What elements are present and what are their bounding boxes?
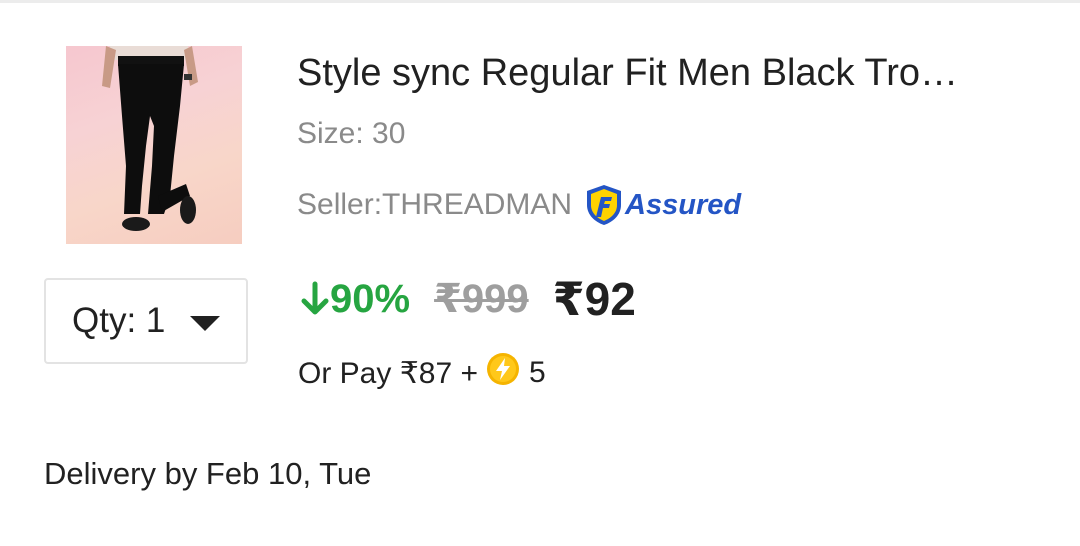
top-divider xyxy=(0,0,1080,3)
assured-shield-icon xyxy=(587,185,622,225)
product-title[interactable]: Style sync Regular Fit Men Black Tro… xyxy=(297,52,1037,95)
seller-name: Seller:THREADMAN xyxy=(297,188,573,221)
product-image[interactable] xyxy=(66,46,242,244)
product-photo xyxy=(102,46,198,231)
cart-item-card: Qty: 1 Style sync Regular Fit Men Black … xyxy=(0,0,1080,546)
assured-badge: Assured xyxy=(584,183,741,227)
supercoin-icon xyxy=(486,352,520,394)
arrow-down-icon xyxy=(301,281,329,315)
delivery-date: Delivery by Feb 10, Tue xyxy=(44,456,372,491)
original-price: ₹999 xyxy=(434,277,529,321)
final-price: ₹92 xyxy=(552,273,636,325)
discount: 90% xyxy=(300,277,410,322)
price-row: 90% ₹999 ₹92 xyxy=(300,272,636,326)
product-size: Size: 30 xyxy=(297,117,406,150)
coin-count: 5 xyxy=(529,356,546,389)
chevron-down-icon xyxy=(190,316,220,331)
assured-label: Assured xyxy=(625,188,742,221)
coin-pay-option: Or Pay ₹87 + 5 xyxy=(298,352,546,394)
quantity-dropdown[interactable]: Qty: 1 xyxy=(44,278,248,364)
seller-row: Seller:THREADMAN Assured xyxy=(297,180,741,230)
quantity-label: Qty: 1 xyxy=(72,301,166,340)
or-pay-text: Or Pay ₹87 + xyxy=(298,356,478,390)
discount-percent: 90% xyxy=(330,276,411,321)
